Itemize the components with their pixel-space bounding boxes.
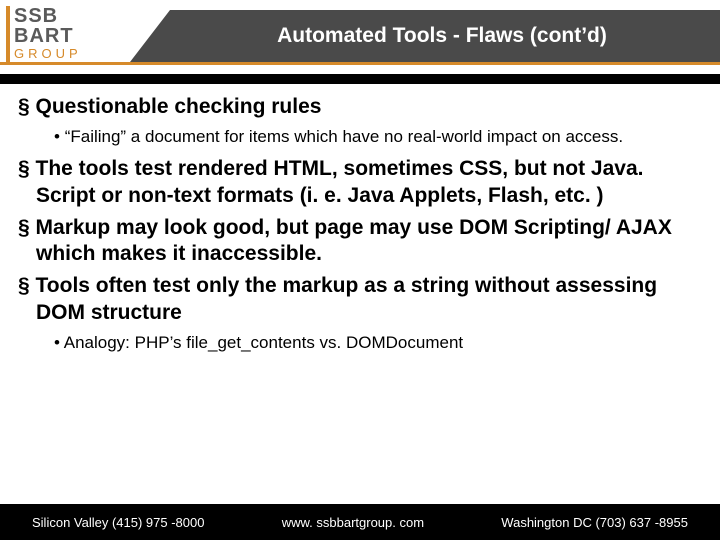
header-divider	[0, 74, 720, 84]
bullet-level-1: Tools often test only the markup as a st…	[18, 273, 708, 326]
title-underline	[0, 62, 720, 65]
logo: SSB BART GROUP	[14, 6, 82, 60]
footer-left: Silicon Valley (415) 975 -8000	[32, 515, 204, 530]
slide-header: SSB BART GROUP Automated Tools - Flaws (…	[0, 0, 720, 78]
bullet-level-1: Questionable checking rules	[18, 94, 708, 120]
title-band: Automated Tools - Flaws (cont’d)	[130, 10, 720, 62]
footer-center: www. ssbbartgroup. com	[282, 515, 424, 530]
title-slant	[130, 10, 170, 62]
footer-right: Washington DC (703) 637 -8955	[501, 515, 688, 530]
bullet-level-1: The tools test rendered HTML, sometimes …	[18, 156, 708, 209]
slide-body: Questionable checking rules “Failing” a d…	[18, 94, 708, 362]
slide-title: Automated Tools - Flaws (cont’d)	[170, 10, 720, 62]
logo-accent-bar	[6, 6, 10, 62]
bullet-level-2: “Failing” a document for items which hav…	[54, 126, 708, 148]
bullet-level-1: Markup may look good, but page may use D…	[18, 215, 708, 268]
bullet-level-2: Analogy: PHP’s file_get_contents vs. DOM…	[54, 332, 708, 354]
logo-text-ssb: SSB	[14, 5, 58, 27]
slide-footer: Silicon Valley (415) 975 -8000 www. ssbb…	[0, 504, 720, 540]
logo-text-group: GROUP	[14, 47, 82, 60]
logo-text-bart: BART	[14, 25, 74, 47]
